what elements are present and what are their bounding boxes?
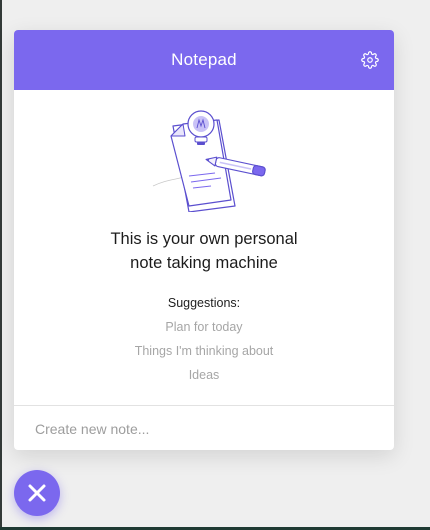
lightbulb-document-pencil-illustration	[152, 110, 266, 212]
divider	[14, 405, 394, 406]
suggestions-title: Suggestions:	[167, 296, 241, 310]
notepad-panel: Notepad This is your own personal note t…	[14, 30, 394, 450]
notepad-title: Notepad	[171, 50, 237, 69]
headline-line-2: note taking machine	[130, 254, 278, 272]
settings-button[interactable]	[360, 50, 380, 70]
suggestion-plan-for-today[interactable]: Plan for today	[14, 320, 394, 334]
suggestion-things-thinking-about[interactable]: Things I'm thinking about	[14, 344, 394, 358]
notepad-header: Notepad	[14, 30, 394, 90]
window-left-edge	[0, 0, 2, 530]
new-note-input[interactable]	[35, 418, 375, 440]
gear-icon	[361, 51, 379, 69]
headline-line-1: This is your own personal	[110, 230, 298, 248]
close-icon	[28, 484, 46, 502]
headline: This is your own personal note taking ma…	[14, 227, 394, 275]
suggestion-ideas[interactable]: Ideas	[14, 368, 394, 382]
close-button[interactable]	[14, 470, 60, 516]
notepad-body: This is your own personal note taking ma…	[14, 90, 394, 450]
